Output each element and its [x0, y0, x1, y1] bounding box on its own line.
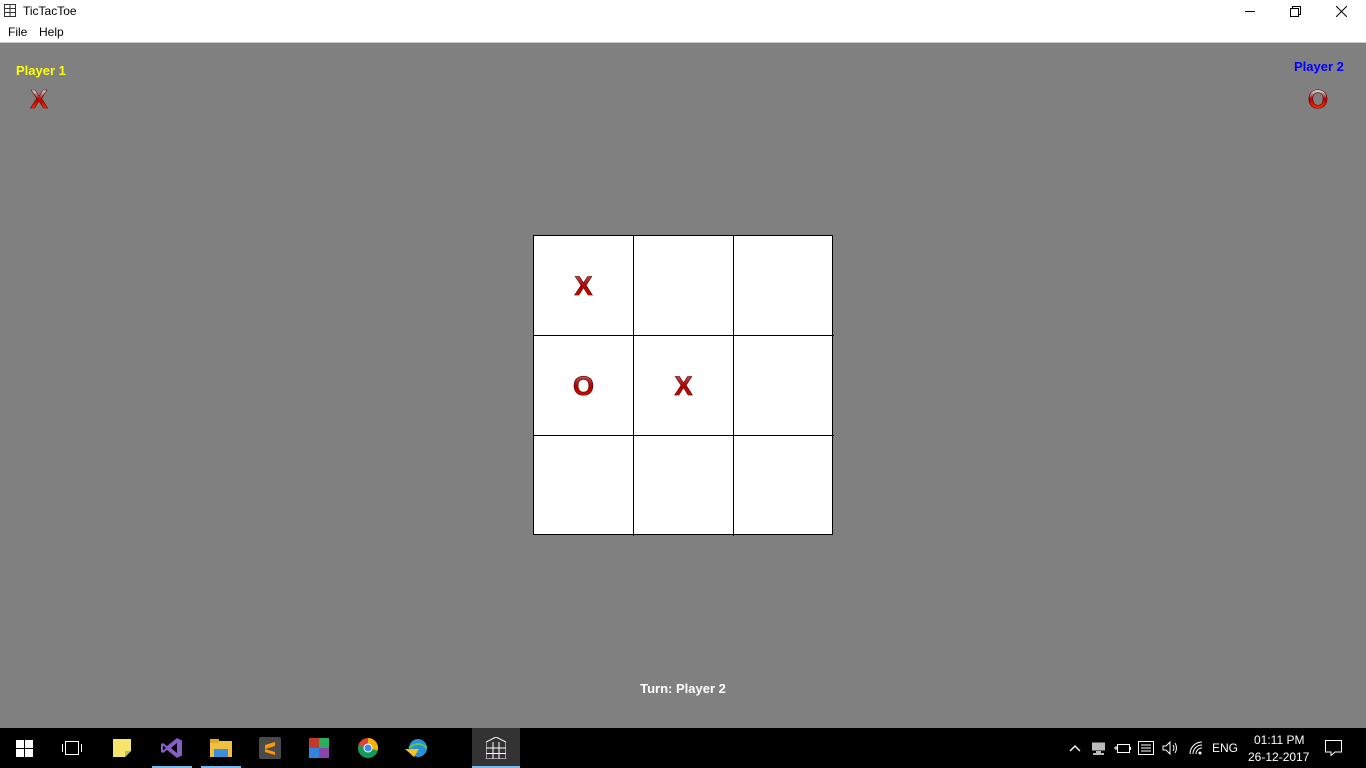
player1-symbol: X: [28, 84, 50, 115]
turn-status: Turn: Player 2: [640, 681, 726, 696]
minimize-icon: [1245, 6, 1255, 16]
task-view-icon[interactable]: [48, 728, 96, 768]
board-cell-2-1[interactable]: [634, 436, 734, 536]
taskbar: ENG 01:11 PM 26-12-2017: [0, 728, 1366, 768]
wifi-icon[interactable]: [1186, 728, 1206, 768]
player1-label: Player 1: [16, 63, 66, 78]
board-cell-2-0[interactable]: [534, 436, 634, 536]
chevron-up-icon[interactable]: [1066, 728, 1084, 768]
board-cell-0-0[interactable]: X: [534, 236, 634, 336]
restore-button[interactable]: [1272, 0, 1318, 22]
volume-icon[interactable]: [1161, 728, 1179, 768]
battery-icon[interactable]: [1113, 728, 1131, 768]
player2-label: Player 2: [1294, 59, 1344, 74]
minimize-button[interactable]: [1227, 0, 1273, 22]
board-cell-2-2[interactable]: [734, 436, 834, 536]
window-title: TicTacToe: [23, 4, 77, 18]
notification-icon[interactable]: [1320, 728, 1346, 768]
menu-help[interactable]: Help: [39, 25, 64, 39]
internet-download-manager-icon[interactable]: [397, 728, 437, 768]
network-drive-icon[interactable]: [1089, 728, 1107, 768]
windows-start-icon[interactable]: [0, 728, 48, 768]
language-indicator[interactable]: ENG: [1212, 741, 1238, 755]
board-cell-0-1[interactable]: [634, 236, 734, 336]
board-cell-0-2[interactable]: [734, 236, 834, 336]
board-cell-1-0[interactable]: O: [534, 336, 634, 436]
title-bar[interactable]: TicTacToe: [0, 0, 1366, 22]
close-button[interactable]: [1318, 0, 1364, 22]
clock-time[interactable]: 01:11 PM: [1254, 733, 1304, 747]
grid-window-icon: [4, 4, 16, 17]
visual-studio-icon[interactable]: [152, 728, 192, 768]
game-board: X O X: [533, 235, 834, 536]
winrar-icon[interactable]: [299, 728, 339, 768]
restore-icon: [1289, 5, 1301, 17]
sublime-text-icon[interactable]: [250, 728, 290, 768]
board-cell-1-1[interactable]: X: [634, 336, 734, 436]
cell-mark: X: [634, 336, 733, 436]
player2-symbol: O: [1307, 84, 1329, 115]
close-icon: [1335, 5, 1347, 17]
file-explorer-icon[interactable]: [201, 728, 241, 768]
cell-mark: O: [534, 336, 633, 436]
board-cell-1-2[interactable]: [734, 336, 834, 436]
menu-bar: File Help: [0, 22, 1366, 43]
sticky-notes-icon[interactable]: [98, 728, 146, 768]
menu-file[interactable]: File: [8, 25, 27, 39]
chrome-icon[interactable]: [348, 728, 388, 768]
tictactoe-app-icon[interactable]: [472, 728, 520, 768]
cell-mark: X: [534, 236, 633, 336]
keyboard-icon[interactable]: [1137, 728, 1155, 768]
clock-date[interactable]: 26-12-2017: [1248, 750, 1309, 764]
